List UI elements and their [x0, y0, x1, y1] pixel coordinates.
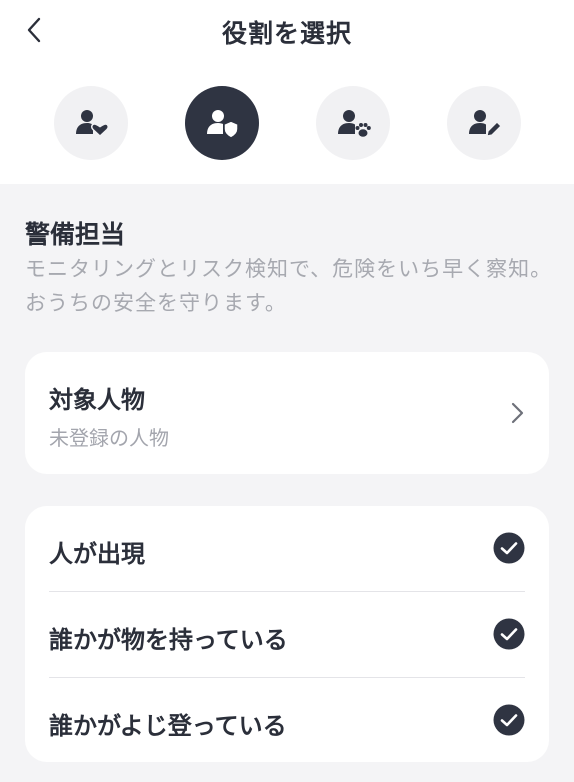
event-row[interactable]: 人が出現 — [25, 506, 549, 592]
target-person-title: 対象人物 — [49, 386, 145, 414]
event-label: 誰かが物を持っている — [49, 626, 288, 654]
role-option-security[interactable] — [185, 86, 259, 160]
target-person-value: 未登録の人物 — [49, 426, 169, 450]
target-person-card[interactable]: 対象人物 未登録の人物 — [25, 352, 549, 474]
chevron-right-icon — [511, 402, 524, 424]
role-description: モニタリングとリスク検知で、危険をいち早く察知。おうちの安全を守ります。 — [25, 257, 553, 315]
check-circle-icon[interactable] — [493, 532, 525, 564]
page-title: 役割を選択 — [221, 19, 352, 48]
role-selector — [0, 86, 574, 160]
person-shield-icon — [207, 110, 239, 139]
event-label: 人が出現 — [49, 540, 145, 568]
event-list: 人が出現 誰かが物を持っている 誰かがよじ登っている — [25, 506, 549, 762]
person-pencil-icon — [469, 110, 502, 137]
header: 役割を選択 — [0, 0, 574, 184]
check-circle-icon[interactable] — [493, 618, 525, 650]
check-circle-icon[interactable] — [493, 704, 525, 736]
person-paw-icon — [338, 110, 371, 137]
role-option-pet[interactable] — [316, 86, 390, 160]
role-title: 警備担当 — [25, 220, 126, 249]
event-row[interactable]: 誰かがよじ登っている — [25, 678, 549, 764]
person-heart-icon — [76, 110, 109, 138]
event-row[interactable]: 誰かが物を持っている — [25, 592, 549, 678]
event-label: 誰かがよじ登っている — [49, 712, 287, 740]
role-option-caregiver[interactable] — [54, 86, 128, 160]
role-option-custom[interactable] — [447, 86, 521, 160]
